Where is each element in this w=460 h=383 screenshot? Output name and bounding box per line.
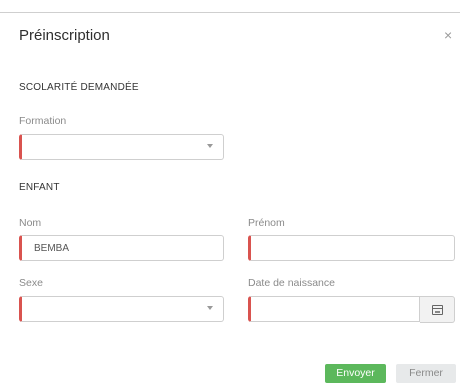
modal-top-border xyxy=(0,12,460,13)
close-button[interactable]: Fermer xyxy=(396,364,456,383)
send-button[interactable]: Envoyer xyxy=(325,364,386,383)
calendar-icon xyxy=(432,305,443,315)
prenom-input[interactable] xyxy=(248,235,455,261)
sexe-label: Sexe xyxy=(19,277,43,289)
sexe-select[interactable] xyxy=(19,296,224,322)
modal-title: Préinscription xyxy=(19,27,110,44)
section-title-scolarite: SCOLARITÉ DEMANDÉE xyxy=(19,82,139,93)
date-naissance-label: Date de naissance xyxy=(248,277,335,289)
prenom-label: Prénom xyxy=(248,217,285,229)
chevron-down-icon xyxy=(207,306,213,310)
formation-select[interactable] xyxy=(19,134,224,160)
nom-label: Nom xyxy=(19,217,42,229)
chevron-down-icon xyxy=(207,144,213,148)
close-icon[interactable]: × xyxy=(444,28,452,42)
nom-value: BEMBA xyxy=(34,243,70,254)
formation-label: Formation xyxy=(19,115,67,127)
calendar-button[interactable] xyxy=(420,296,455,323)
nom-input[interactable]: BEMBA xyxy=(19,235,224,261)
date-naissance-input[interactable] xyxy=(248,296,420,322)
section-title-enfant: ENFANT xyxy=(19,182,60,193)
